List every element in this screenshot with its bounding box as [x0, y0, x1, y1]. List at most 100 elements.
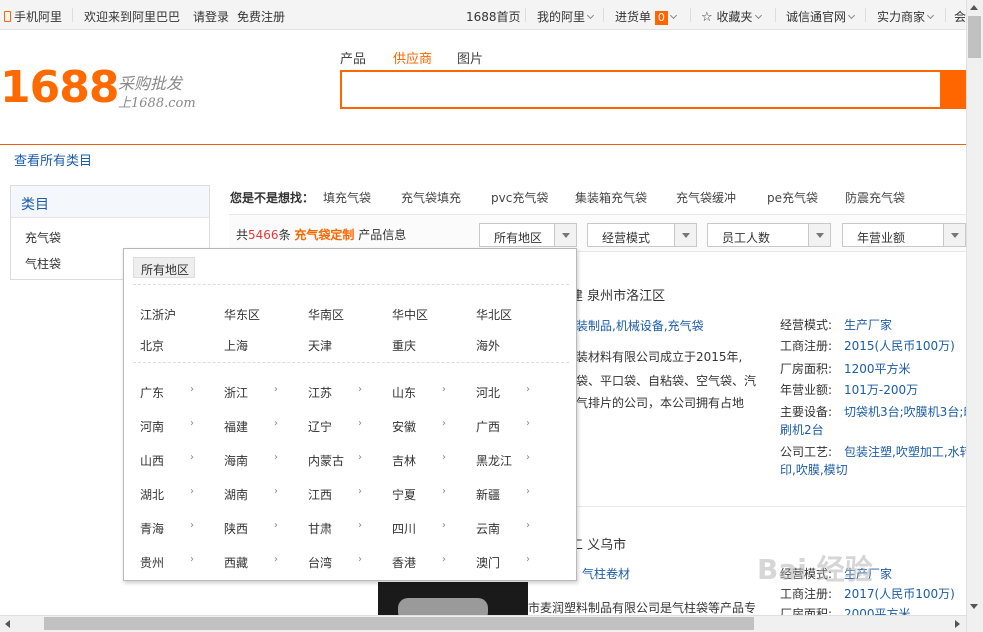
region-area-option[interactable]: 华中区 [392, 306, 428, 323]
region-province-option[interactable]: 台湾 › [308, 554, 362, 571]
home-link[interactable]: 1688首页 [466, 8, 521, 25]
region-province-option[interactable]: 河南 › [140, 418, 194, 435]
value-link[interactable]: 1200平方米 [844, 360, 911, 377]
business-mode-dropdown[interactable]: 经营模式 [587, 223, 697, 247]
listing-products[interactable]: 装制品,机械设备,充气袋 [576, 317, 704, 334]
favorites-menu[interactable]: ☆ 收藏夹 [701, 8, 762, 25]
chevron-right-icon: › [274, 418, 278, 429]
search-tab-product[interactable]: 产品 [340, 48, 366, 67]
value-link[interactable]: 101万-200万 [844, 381, 918, 398]
top-bar: 手机阿里 欢迎来到阿里巴巴 请登录 免费注册 1688首页 我的阿里 进货单 0… [0, 0, 966, 30]
suggest-item[interactable]: pe充气袋 [767, 189, 818, 206]
register-link[interactable]: 免费注册 [237, 8, 285, 25]
all-categories-link[interactable]: 查看所有类目 [14, 150, 92, 169]
value-link[interactable]: 包装注塑,吹塑加工,水转 [844, 443, 972, 460]
value-link[interactable]: 生产厂家 [844, 316, 892, 333]
region-province-option[interactable]: 陕西 › [224, 520, 278, 537]
region-city-option[interactable]: 海外 [476, 337, 500, 354]
region-province-option[interactable]: 广西 › [476, 418, 530, 435]
region-city-option[interactable]: 重庆 [392, 337, 416, 354]
suggest-item[interactable]: 充气袋填充 [401, 189, 461, 206]
chevron-right-icon: › [274, 384, 278, 395]
scroll-left-icon[interactable] [5, 620, 10, 628]
region-area-option[interactable]: 江浙沪 [140, 306, 176, 323]
scroll-up-icon[interactable] [970, 5, 978, 10]
horizontal-scroll-thumb[interactable] [44, 617, 754, 630]
cart-menu[interactable]: 进货单 0 [615, 8, 677, 25]
chevron-right-icon: › [190, 520, 194, 531]
listing-products[interactable]: 气柱卷材 [582, 565, 630, 582]
region-province-option[interactable]: 山东 › [392, 384, 446, 401]
region-area-option[interactable]: 华东区 [224, 306, 260, 323]
scroll-right-icon[interactable] [955, 620, 960, 628]
suggest-item[interactable]: 充气袋缓冲 [676, 189, 736, 206]
suggest-item[interactable]: 填充气袋 [323, 189, 371, 206]
region-province-option[interactable]: 广东 › [140, 384, 194, 401]
region-province-option[interactable]: 云南 › [476, 520, 530, 537]
annual-revenue-dropdown[interactable]: 年营业额 [842, 223, 966, 247]
region-province-option[interactable]: 青海 › [140, 520, 194, 537]
value-link[interactable]: 印,吹膜,模切 [780, 461, 848, 478]
region-province-option[interactable]: 香港 › [392, 554, 446, 571]
search-input[interactable] [340, 70, 940, 109]
region-province-option[interactable]: 甘肃 › [308, 520, 362, 537]
value-link[interactable]: 刷机2台 [780, 421, 824, 438]
region-area-option[interactable]: 华南区 [308, 306, 344, 323]
value-link[interactable]: 切袋机3台;吹膜机3台;印 [844, 403, 975, 420]
region-area-option[interactable]: 华北区 [476, 306, 512, 323]
value-link[interactable]: 2015(人民币100万) [844, 337, 955, 354]
region-province-option[interactable]: 安徽 › [392, 418, 446, 435]
chevron-down-icon [926, 11, 935, 20]
more-menu[interactable]: 会 [954, 8, 966, 25]
region-province-option[interactable]: 宁夏 › [392, 486, 446, 503]
region-province-option[interactable]: 湖北 › [140, 486, 194, 503]
region-province-option[interactable]: 山西 › [140, 452, 194, 469]
region-province-option[interactable]: 江西 › [308, 486, 362, 503]
region-province-label: 青海 [140, 522, 165, 536]
region-province-option[interactable]: 内蒙古 › [308, 452, 362, 469]
chevron-right-icon: › [190, 384, 194, 395]
region-province-label: 山西 [140, 454, 165, 468]
region-province-option[interactable]: 吉林 › [392, 452, 446, 469]
login-link[interactable]: 请登录 [193, 8, 229, 25]
employee-count-dropdown[interactable]: 员工人数 [707, 223, 831, 247]
region-province-option[interactable]: 黑龙江 › [476, 452, 530, 469]
region-province-option[interactable]: 海南 › [224, 452, 278, 469]
search-button[interactable] [940, 70, 966, 109]
region-city-option[interactable]: 天津 [308, 337, 332, 354]
region-all-option[interactable]: 所有地区 [133, 257, 195, 278]
merchant-menu[interactable]: 实力商家 [877, 8, 935, 25]
category-item[interactable]: 充气袋 [25, 229, 61, 246]
suggest-item[interactable]: pvc充气袋 [491, 189, 548, 206]
vertical-scrollbar[interactable] [966, 0, 983, 632]
region-province-option[interactable]: 河北 › [476, 384, 530, 401]
region-province-option[interactable]: 福建 › [224, 418, 278, 435]
region-dropdown[interactable]: 所有地区 [479, 223, 577, 247]
my-ali-menu[interactable]: 我的阿里 [537, 8, 595, 25]
scroll-down-icon[interactable] [970, 604, 978, 609]
region-province-option[interactable]: 江苏 › [308, 384, 362, 401]
region-province-option[interactable]: 浙江 › [224, 384, 278, 401]
region-city-option[interactable]: 北京 [140, 337, 164, 354]
chevron-down-icon [754, 11, 762, 20]
mobile-link[interactable]: 手机阿里 [4, 8, 62, 25]
region-province-option[interactable]: 贵州 › [140, 554, 194, 571]
suggest-item[interactable]: 集装箱充气袋 [575, 189, 647, 206]
region-province-option[interactable]: 湖南 › [224, 486, 278, 503]
region-province-option[interactable]: 新疆 › [476, 486, 530, 503]
region-province-option[interactable]: 澳门 › [476, 554, 530, 571]
suggest-label: 您是不是想找： [230, 191, 315, 205]
search-tab-image[interactable]: 图片 [457, 48, 483, 67]
category-item[interactable]: 气柱袋 [25, 255, 61, 272]
logo[interactable]: 1688 [0, 62, 119, 113]
label: 公司工艺: [780, 445, 833, 459]
region-province-label: 宁夏 [392, 488, 417, 502]
region-province-option[interactable]: 西藏 › [224, 554, 278, 571]
suggest-item[interactable]: 防震充气袋 [845, 189, 905, 206]
region-province-option[interactable]: 四川 › [392, 520, 446, 537]
search-tab-supplier[interactable]: 供应商 [393, 48, 432, 67]
chengxin-menu[interactable]: 诚信通官网 [786, 8, 856, 25]
vertical-scroll-thumb[interactable] [968, 16, 981, 58]
region-province-option[interactable]: 辽宁 › [308, 418, 362, 435]
region-city-option[interactable]: 上海 [224, 337, 248, 354]
